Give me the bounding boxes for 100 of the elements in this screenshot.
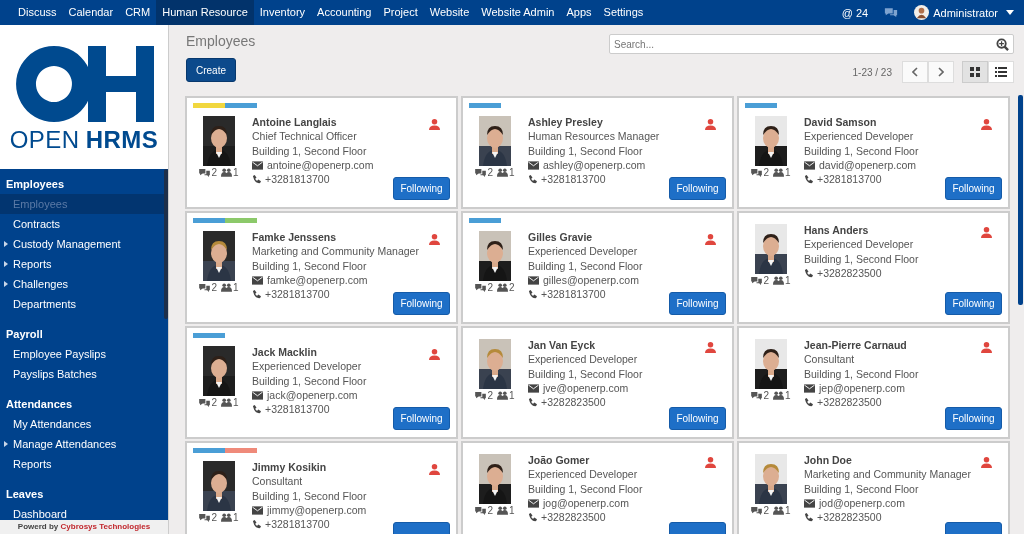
employee-name[interactable]: Jean-Pierre Carnaud — [804, 339, 919, 352]
employee-card[interactable]: 2 1 Jimmy Kosikin Consultant Building 1, Second Floor jimmy@openerp.com +3281813700 — [185, 441, 458, 534]
following-button[interactable]: Following — [669, 177, 726, 200]
phone-number: +3282823500 — [817, 266, 882, 280]
menu-tab[interactable]: Project — [377, 0, 424, 25]
person-icon[interactable] — [705, 342, 716, 353]
phone-icon — [252, 174, 261, 184]
following-button[interactable]: Following — [945, 292, 1002, 315]
sidebar-item[interactable]: Dashboard — [0, 504, 168, 520]
following-button[interactable]: Following — [669, 292, 726, 315]
sidebar-item[interactable]: Payslips Batches — [0, 364, 168, 384]
menu-tab[interactable]: Accounting — [311, 0, 378, 25]
employee-card[interactable]: 2 1 John Doe Marketing and Community Manager Building 1, Second Floor jod@openerp.com +3282823500 — [737, 441, 1010, 534]
avatar-icon[interactable] — [914, 5, 930, 20]
employee-card[interactable]: 2 1 Ashley Presley Human Resources Manager Building 1, Second Floor ashley@openerp.com +3281813700 Following — [461, 96, 734, 209]
previous-button[interactable] — [902, 61, 928, 83]
mentions-counter[interactable]: @ 24 — [841, 6, 869, 19]
menu-tab[interactable]: Inventory — [253, 0, 312, 25]
employee-card[interactable]: 2 1 Jean-Pierre Carnaud Consultant Building 1, Second Floor jep@openerp.com +3282823500 Following — [737, 326, 1010, 439]
employee-card[interactable]: 2 1 Jack Macklin Experienced Developer Building 1, Second Floor jack@openerp.com +3281813700 Following — [185, 326, 458, 439]
employee-name[interactable]: Gilles Gravie — [528, 231, 643, 244]
person-icon[interactable] — [705, 457, 716, 468]
employee-card[interactable]: 2 1 Antoine Langlais Chief Technical Officer Building 1, Second Floor antoine@openerp.com +3281813700 Following — [185, 96, 458, 209]
sidebar-item[interactable]: Departments — [0, 294, 168, 314]
kanban-view-button[interactable] — [962, 61, 988, 83]
person-icon[interactable] — [705, 119, 716, 130]
create-button[interactable]: Create — [186, 58, 236, 82]
comments-icon — [199, 398, 211, 407]
employee-card[interactable]: 2 1 David Samson Experienced Developer Building 1, Second Floor david@openerp.com +3281813700 Following — [737, 96, 1010, 209]
follower-count: 1 — [509, 167, 515, 178]
following-button[interactable]: Following — [393, 177, 450, 200]
sidebar-item[interactable]: Challenges — [0, 274, 168, 294]
email-address: david@openerp.com — [819, 158, 917, 172]
user-menu[interactable]: Administrator — [933, 6, 998, 19]
list-view-button[interactable] — [988, 61, 1014, 83]
work-location: Building 1, Second Floor — [252, 259, 368, 272]
employee-name[interactable]: David Samson — [804, 116, 919, 129]
following-button[interactable]: Following — [393, 407, 450, 430]
employee-name[interactable]: Hans Anders — [804, 224, 919, 237]
sidebar-item[interactable]: Reports — [0, 454, 168, 474]
following-button[interactable]: Following — [393, 292, 450, 315]
envelope-icon — [528, 275, 539, 285]
menu-tab[interactable]: Human Resource — [156, 0, 254, 25]
employee-name[interactable]: Jack Macklin — [252, 346, 367, 359]
phone-number: +3281813700 — [541, 288, 606, 301]
search-field[interactable]: Search... — [609, 34, 1014, 54]
employee-name[interactable]: João Gomer — [528, 454, 643, 467]
employee-card[interactable]: 2 1 João Gomer Experienced Developer Building 1, Second Floor jog@openerp.com +3282823500 — [461, 441, 734, 534]
phone-number: +3282823500 — [541, 396, 606, 409]
sidebar-item[interactable]: Contracts — [0, 214, 168, 234]
menu-tab[interactable]: Discuss — [12, 0, 63, 25]
following-button[interactable]: Following — [945, 407, 1002, 430]
person-icon[interactable] — [429, 119, 440, 130]
employee-name[interactable]: John Doe — [804, 454, 971, 467]
phone-icon — [528, 174, 537, 184]
employee-name[interactable]: Jan Van Eyck — [528, 339, 643, 352]
work-location: Building 1, Second Floor — [252, 374, 367, 387]
employee-name[interactable]: Antoine Langlais — [252, 116, 374, 129]
employee-card[interactable]: 2 1 Famke Jenssens Marketing and Community Manager Building 1, Second Floor famke@openerp.com +3281813700 Following — [185, 211, 458, 324]
message-count: 2 — [487, 167, 493, 178]
person-icon[interactable] — [981, 119, 992, 130]
search-icon[interactable] — [996, 38, 1009, 51]
employee-card[interactable]: 2 1 Hans Anders Experienced Developer Building 1, Second Floor +3282823500 Following — [737, 211, 1010, 324]
menu-tab[interactable]: Settings — [597, 0, 650, 25]
employee-name[interactable]: Ashley Presley — [528, 116, 660, 129]
work-location: Building 1, Second Floor — [528, 482, 643, 495]
menu-tab[interactable]: CRM — [119, 0, 157, 25]
envelope-icon — [528, 498, 539, 508]
chat-icon[interactable] — [884, 7, 899, 18]
sidebar-item[interactable]: Reports — [0, 254, 168, 274]
employee-card[interactable]: 2 1 Jan Van Eyck Experienced Developer Building 1, Second Floor jve@openerp.com +3282823500 Following — [461, 326, 734, 439]
person-icon[interactable] — [429, 464, 440, 475]
sidebar-item[interactable]: My Attendances — [0, 414, 168, 434]
person-icon[interactable] — [705, 234, 716, 245]
employee-name[interactable]: Famke Jenssens — [252, 231, 419, 244]
expand-icon — [4, 241, 8, 247]
sidebar-item[interactable]: Manage Attendances — [0, 434, 168, 454]
phone-icon — [252, 404, 261, 414]
person-icon[interactable] — [981, 342, 992, 353]
person-icon[interactable] — [981, 227, 992, 238]
menu-tab[interactable]: Website — [423, 0, 476, 25]
following-button[interactable]: Following — [669, 407, 726, 430]
company-link[interactable]: Cybrosys Technologies — [60, 522, 151, 531]
employee-name[interactable]: Jimmy Kosikin — [252, 461, 367, 474]
menu-tab[interactable]: Website Admin — [475, 0, 561, 25]
next-button[interactable] — [928, 61, 954, 83]
followers-icon — [221, 168, 232, 177]
following-button[interactable]: Following — [945, 177, 1002, 200]
sidebar-item[interactable]: Employee Payslips — [0, 344, 168, 364]
employee-card[interactable]: 2 2 Gilles Gravie Experienced Developer Building 1, Second Floor gilles@openerp.com +3281813700 Following — [461, 211, 734, 324]
person-icon[interactable] — [429, 234, 440, 245]
caret-icon[interactable] — [1006, 10, 1014, 15]
menu-tab[interactable]: Apps — [560, 0, 598, 25]
sidebar-item[interactable]: Custody Management — [0, 234, 168, 254]
envelope-icon — [528, 383, 539, 393]
page-title: Employees — [186, 33, 256, 49]
menu-tab[interactable]: Calendar — [62, 0, 120, 25]
follower-count: 1 — [785, 505, 791, 516]
person-icon[interactable] — [981, 457, 992, 468]
person-icon[interactable] — [429, 349, 440, 360]
